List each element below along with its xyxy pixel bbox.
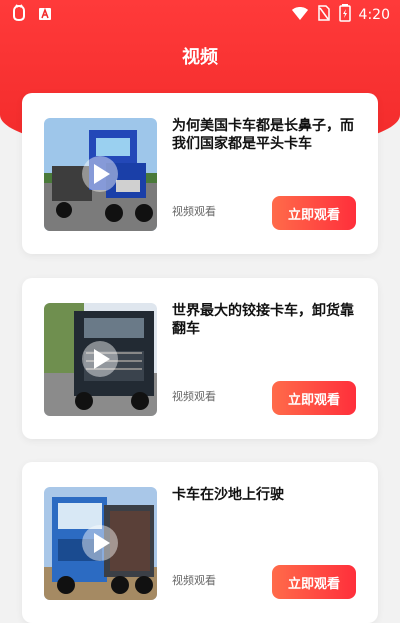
truck-image: [44, 487, 157, 600]
video-thumbnail[interactable]: [44, 487, 157, 600]
sim-icon: [317, 5, 331, 25]
truck-image: [44, 118, 157, 231]
watch-now-button[interactable]: 立即观看: [272, 565, 356, 599]
video-card[interactable]: 世界最大的铰接卡车，卸货靠翻车 视频观看 立即观看: [22, 278, 378, 439]
a-box-icon: [38, 6, 52, 25]
watch-now-button[interactable]: 立即观看: [272, 381, 356, 415]
video-card[interactable]: 为何美国卡车都是长鼻子，而我们国家都是平头卡车 视频观看 立即观看: [22, 93, 378, 254]
video-subtitle: 视频观看: [172, 390, 216, 403]
video-thumbnail[interactable]: [44, 303, 157, 416]
video-subtitle: 视频观看: [172, 574, 216, 587]
video-title: 世界最大的铰接卡车，卸货靠翻车: [172, 303, 354, 337]
video-card[interactable]: 卡车在沙地上行驶 视频观看 立即观看: [22, 462, 378, 623]
status-time: 4:20: [358, 7, 390, 23]
video-subtitle: 视频观看: [172, 205, 216, 218]
status-bar: 4:20: [0, 0, 400, 26]
page-title: 视频: [182, 47, 218, 68]
battery-icon: [338, 4, 351, 26]
status-left-icons: [10, 4, 52, 26]
video-thumbnail[interactable]: [44, 118, 157, 231]
wifi-icon: [291, 5, 309, 25]
video-title: 为何美国卡车都是长鼻子，而我们国家都是平头卡车: [172, 118, 354, 152]
truck-image: [44, 303, 157, 416]
video-title: 卡车在沙地上行驶: [172, 487, 284, 503]
bug-icon: [10, 4, 28, 26]
watch-now-button[interactable]: 立即观看: [272, 196, 356, 230]
status-right-icons: 4:20: [291, 4, 390, 26]
